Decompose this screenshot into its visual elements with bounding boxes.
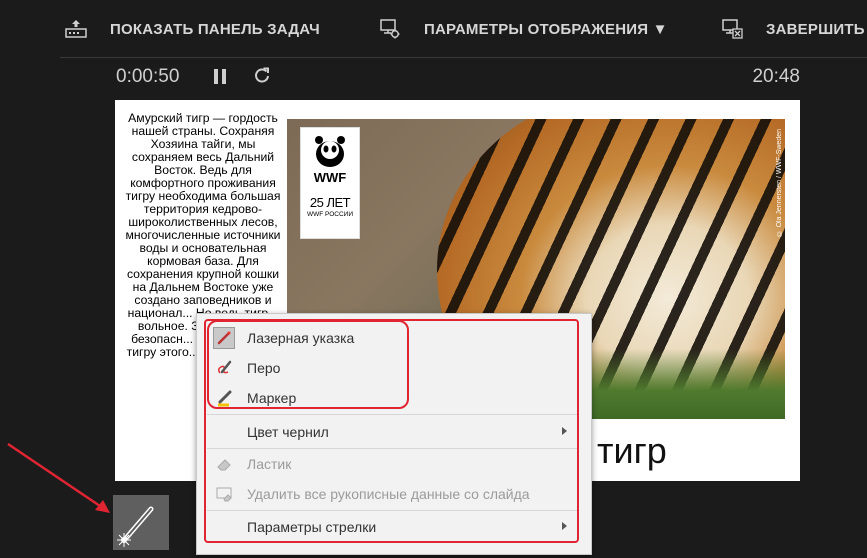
eraser-icon [213, 453, 235, 475]
menu-item-label: Цвет чернил [247, 424, 329, 440]
elapsed-timer: 0:00:50 [116, 66, 180, 87]
presenter-toolbar: ПОКАЗАТЬ ПАНЕЛЬ ЗАДАЧ ПАРАМЕТРЫ ОТОБРАЖЕ… [0, 0, 867, 57]
laser-pointer-icon [213, 327, 235, 349]
reset-timer-button[interactable] [252, 66, 272, 86]
menu-item-label: Параметры стрелки [247, 519, 377, 535]
toolbar-divider [60, 57, 867, 58]
menu-item-highlighter[interactable]: Маркер [197, 384, 591, 412]
wwf-brand: WWF [313, 170, 347, 185]
menu-divider [207, 448, 577, 449]
pen-options-menu: Лазерная указка Перо Маркер Цвет чернил … [196, 313, 592, 555]
panda-icon [315, 136, 345, 167]
menu-item-pen[interactable]: Перо [197, 354, 591, 382]
end-show-icon [720, 18, 744, 40]
wwf-years: 25 ЛЕТ [309, 195, 351, 210]
highlighter-icon [213, 387, 235, 409]
erase-all-icon [213, 483, 235, 505]
menu-item-label: Маркер [247, 390, 297, 406]
show-taskbar-button[interactable]: ПОКАЗАТЬ ПАНЕЛЬ ЗАДАЧ [64, 18, 320, 40]
menu-item-eraser[interactable]: Ластик [197, 450, 591, 478]
menu-divider [207, 510, 577, 511]
menu-item-arrow-options[interactable]: Параметры стрелки [197, 513, 591, 541]
show-taskbar-label: ПОКАЗАТЬ ПАНЕЛЬ ЗАДАЧ [110, 20, 320, 38]
submenu-arrow-icon [562, 427, 567, 435]
menu-item-label: Удалить все рукописные данные со слайда [247, 486, 530, 502]
submenu-arrow-icon [562, 522, 567, 530]
wwf-logo: WWF 25 ЛЕТ WWF РОССИИ [300, 127, 360, 239]
pause-timer-button[interactable] [212, 66, 228, 86]
annotation-arrow [7, 442, 110, 513]
end-show-label: ЗАВЕРШИТЬ С [766, 20, 867, 38]
reset-icon [255, 67, 269, 83]
menu-item-erase-all[interactable]: Удалить все рукописные данные со слайда [197, 480, 591, 508]
photo-credit: © Ola Jennersten / WWF-Sweden [776, 129, 783, 237]
pause-icon [214, 69, 218, 84]
display-settings-icon [378, 18, 402, 40]
menu-item-laser-pointer[interactable]: Лазерная указка [197, 324, 591, 352]
taskbar-icon [64, 18, 88, 40]
slide-title: тигр [597, 430, 667, 471]
display-settings-button[interactable]: ПАРАМЕТРЫ ОТОБРАЖЕНИЯ ▼ [378, 18, 668, 40]
menu-item-ink-color[interactable]: Цвет чернил [197, 418, 591, 446]
wwf-org: WWF РОССИИ [306, 211, 354, 218]
menu-item-label: Лазерная указка [247, 330, 355, 346]
current-time: 20:48 [752, 66, 800, 87]
display-settings-label: ПАРАМЕТРЫ ОТОБРАЖЕНИЯ ▼ [424, 20, 668, 38]
pen-icon [213, 357, 235, 379]
end-show-button[interactable]: ЗАВЕРШИТЬ С [720, 18, 867, 40]
menu-divider [207, 414, 577, 415]
menu-item-label: Перо [247, 360, 281, 376]
menu-item-label: Ластик [247, 456, 292, 472]
